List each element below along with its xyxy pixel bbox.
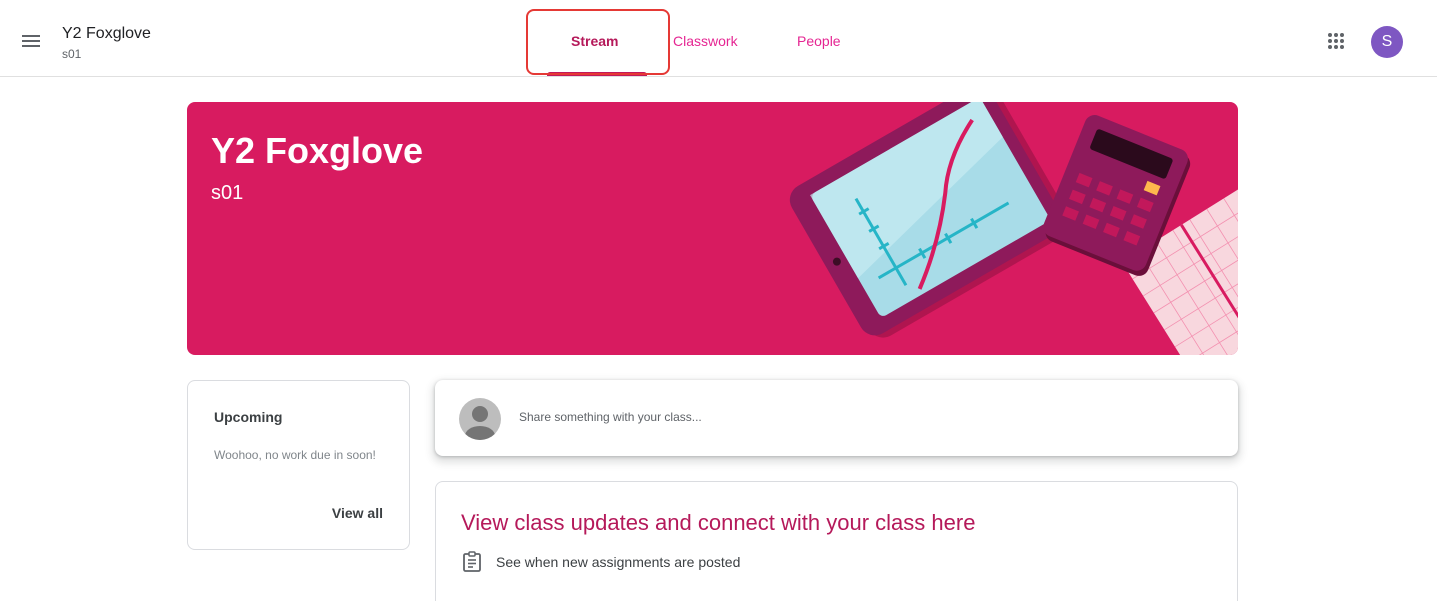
tab-stream-highlight-box: [526, 9, 670, 75]
tab-classwork[interactable]: Classwork: [673, 33, 738, 49]
tab-people[interactable]: People: [797, 33, 841, 49]
banner-class-title: Y2 Foxglove: [211, 130, 424, 171]
assignment-icon: [463, 551, 481, 572]
account-avatar[interactable]: S: [1371, 26, 1403, 58]
upcoming-message: Woohoo, no work due in soon!: [214, 448, 376, 462]
share-post-box[interactable]: Share something with your class...: [435, 380, 1238, 456]
upcoming-card: Upcoming Woohoo, no work due in soon! Vi…: [187, 380, 410, 550]
class-section: s01: [62, 47, 82, 61]
top-app-bar: Y2 Foxglove s01 Stream Classwork People …: [0, 0, 1437, 77]
banner-section: s01: [211, 182, 244, 204]
main-menu-icon[interactable]: [18, 28, 46, 52]
class-title[interactable]: Y2 Foxglove: [62, 25, 151, 43]
updates-item-text: See when new assignments are posted: [496, 554, 741, 570]
updates-title: View class updates and connect with your…: [461, 510, 976, 535]
share-placeholder: Share something with your class...: [519, 410, 702, 424]
view-all-link[interactable]: View all: [332, 505, 383, 521]
class-banner: Y2 Foxglove s01: [187, 102, 1238, 355]
upcoming-title: Upcoming: [214, 409, 283, 425]
updates-card: View class updates and connect with your…: [435, 481, 1238, 601]
user-avatar-icon: [459, 398, 501, 440]
google-apps-icon[interactable]: [1326, 31, 1346, 51]
